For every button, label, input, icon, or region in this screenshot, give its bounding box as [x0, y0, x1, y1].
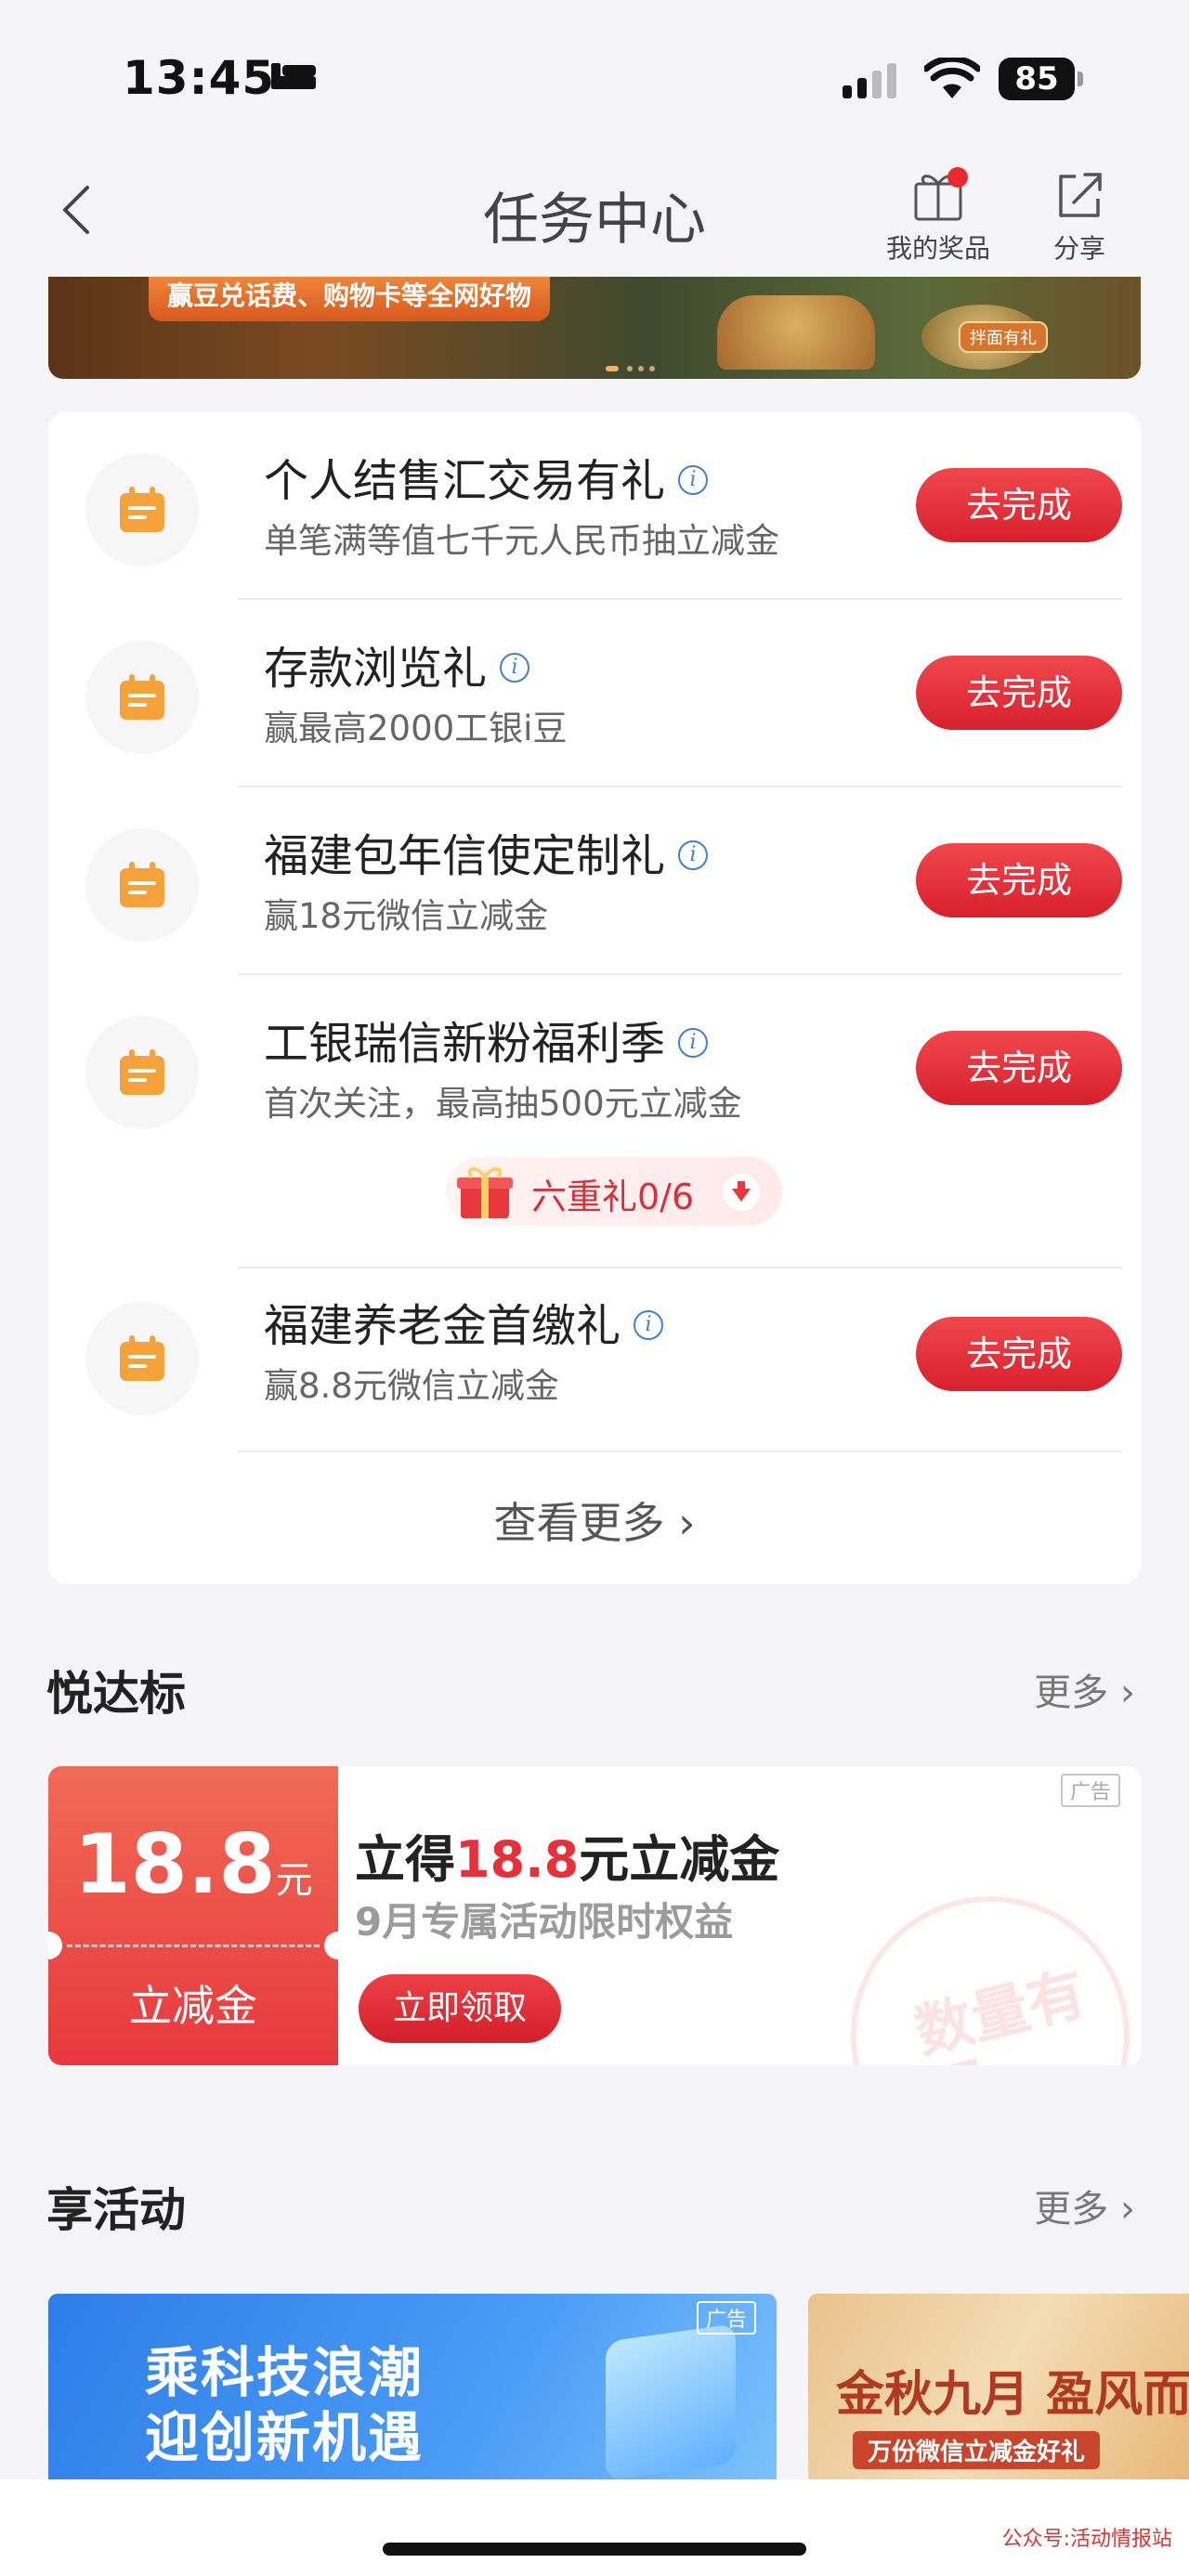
ad-label: 广告: [1060, 1774, 1120, 1807]
info-icon[interactable]: i: [500, 653, 530, 683]
task-title: 福建养老金首缴礼: [264, 1300, 621, 1352]
go-complete-button[interactable]: 去完成: [916, 1317, 1122, 1391]
divider: [238, 973, 1122, 975]
share-label: 分享: [1052, 233, 1105, 264]
gift-progress-label: 六重礼0/6: [531, 1177, 695, 1217]
home-indicator[interactable]: [383, 2543, 806, 2556]
coupon-unit: 元: [275, 1859, 313, 1902]
coupon-title: 立得18.8元立减金: [355, 1830, 780, 1889]
expand-icon[interactable]: [723, 1174, 760, 1211]
divider: [238, 1267, 1122, 1268]
promo-banner[interactable]: 赢豆兑话费、购物卡等全网好物 拌面有礼: [48, 277, 1141, 379]
go-complete-button[interactable]: 去完成: [916, 843, 1122, 917]
activity-line2: 万份微信立减金好礼: [853, 2431, 1101, 2469]
task-title: 个人结售汇交易有礼: [264, 455, 666, 507]
banner-tag: 拌面有礼: [959, 321, 1048, 353]
coupon-card[interactable]: 18.8元 立减金 数量有限 广告 立得18.8元立减金 9月专属活动限时权益 …: [48, 1766, 1141, 2065]
claim-now-button[interactable]: 立即领取: [359, 1974, 561, 2043]
share-icon: [1059, 173, 1102, 217]
go-complete-button[interactable]: 去完成: [916, 656, 1122, 730]
calendar-icon: [120, 1335, 164, 1381]
carousel-dots: [606, 366, 655, 371]
chart-illustration: [606, 2323, 736, 2479]
task-icon-bg: [85, 453, 199, 566]
section-more-link[interactable]: 更多 ›: [1034, 2179, 1135, 2232]
activity-line2: 迎创新机遇: [145, 2406, 425, 2469]
sleep-focus-icon: [271, 63, 316, 89]
task-list-card: 个人结售汇交易有礼 i 单笔满等值七千元人民币抽立减金 去完成 存款浏览礼 i 赢最…: [48, 412, 1141, 1584]
info-icon[interactable]: i: [678, 1028, 709, 1058]
banner-text: 赢豆兑话费、购物卡等全网好物: [149, 277, 551, 321]
battery-icon: 85: [999, 58, 1084, 100]
calendar-icon: [120, 862, 164, 907]
task-title: 福建包年信使定制礼: [264, 830, 666, 882]
section-title: 悦达标: [46, 1667, 186, 1721]
status-time: 13:45: [123, 51, 276, 105]
go-complete-button[interactable]: 去完成: [916, 468, 1122, 542]
chevron-right-icon: ›: [678, 1498, 696, 1548]
task-subtitle: 首次关注，最高抽500元立减金: [264, 1084, 742, 1124]
watermark: 公众号:活动情报站: [1001, 2528, 1172, 2551]
info-icon[interactable]: i: [678, 465, 709, 495]
share-button[interactable]: 分享: [1014, 167, 1144, 266]
calendar-icon: [120, 487, 164, 532]
task-icon-bg: [85, 828, 199, 942]
chevron-right-icon: ›: [1120, 1672, 1135, 1714]
task-title: 工银瑞信新粉福利季: [264, 1018, 666, 1070]
section-more-link[interactable]: 更多 ›: [1034, 1662, 1135, 1716]
task-subtitle: 单笔满等值七千元人民币抽立减金: [264, 521, 779, 561]
divider: [238, 598, 1122, 600]
nav-bar: 任务中心 我的奖品 分享: [0, 139, 1189, 279]
activity-line1: 金秋九月 盈风而: [836, 2367, 1189, 2423]
task-subtitle: 赢18元微信立减金: [264, 896, 549, 936]
my-prizes-label: 我的奖品: [885, 233, 990, 264]
section-title: 享活动: [46, 2183, 186, 2237]
cellular-signal-icon: [843, 63, 896, 98]
view-more-link[interactable]: 查看更多 ›: [48, 1490, 1141, 1551]
coupon-amount: 18.8元: [73, 1816, 313, 1912]
task-subtitle: 赢最高2000工银i豆: [264, 709, 568, 748]
divider: [238, 786, 1122, 787]
go-complete-button[interactable]: 去完成: [916, 1031, 1122, 1105]
activity-card[interactable]: 金秋九月 盈风而 万份微信立减金好礼: [808, 2294, 1189, 2479]
chevron-right-icon: ›: [1120, 2188, 1135, 2231]
task-icon-bg: [85, 641, 199, 754]
battery-level: 85: [999, 58, 1075, 100]
info-icon[interactable]: i: [634, 1310, 664, 1340]
page-title: 任务中心: [483, 188, 706, 253]
status-bar: 13:45 85: [0, 0, 1189, 139]
section-more-label: 更多: [1034, 2188, 1109, 2231]
gift-box-icon: [457, 1167, 513, 1218]
coupon-subtitle: 9月专属活动限时权益: [355, 1899, 734, 1945]
calendar-icon: [120, 674, 164, 720]
task-subtitle: 赢8.8元微信立减金: [264, 1366, 559, 1406]
banner-illustration: [717, 295, 875, 370]
wifi-icon: [924, 58, 980, 98]
task-icon-bg: [85, 1016, 199, 1129]
activity-card[interactable]: 乘科技浪潮 迎创新机遇 广告: [48, 2294, 777, 2479]
coupon-type: 立减金: [129, 1981, 257, 2031]
ad-label: 广告: [696, 2301, 756, 2335]
section-more-label: 更多: [1034, 1672, 1109, 1714]
gift-progress-pill[interactable]: 六重礼0/6: [446, 1157, 782, 1226]
task-icon-bg: [85, 1302, 199, 1415]
notification-dot: [947, 167, 968, 188]
view-more-label: 查看更多: [493, 1498, 665, 1548]
calendar-icon: [120, 1049, 164, 1095]
my-prizes-button[interactable]: 我的奖品: [873, 167, 1003, 266]
task-title: 存款浏览礼: [264, 643, 488, 695]
coupon-ticket: 18.8元 立减金: [48, 1766, 352, 2065]
limited-stamp: 数量有限: [851, 1896, 1130, 2065]
divider: [238, 1451, 1122, 1452]
info-icon[interactable]: i: [678, 840, 709, 870]
